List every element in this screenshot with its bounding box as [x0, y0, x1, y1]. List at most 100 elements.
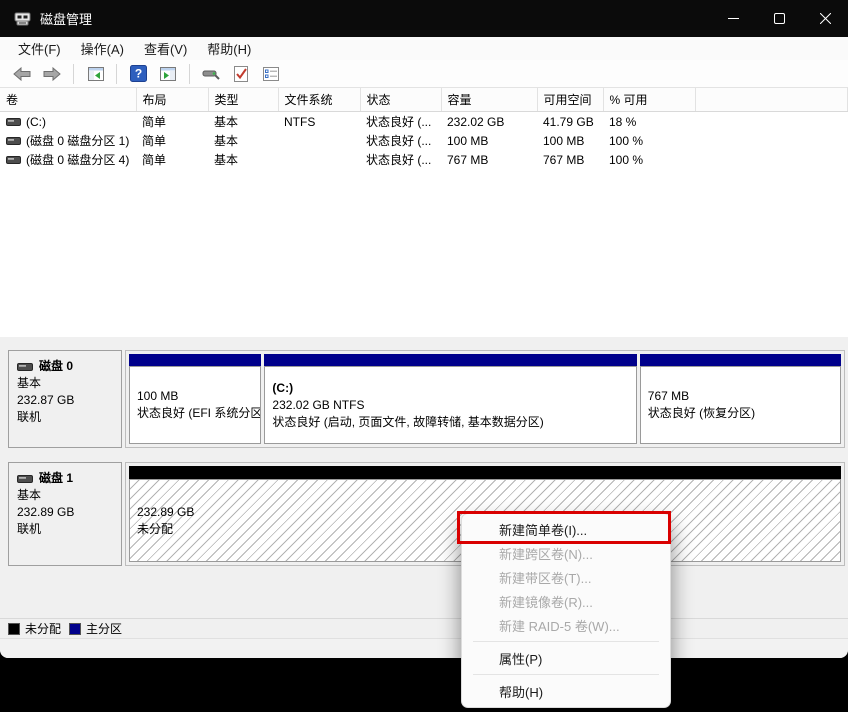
col-header-capacity[interactable]: 容量 [441, 88, 538, 112]
volume-icon [6, 155, 21, 164]
volume-icon [6, 117, 21, 126]
disk0-partitions: 100 MB 状态良好 (EFI 系统分区 (C:) 232.02 GB NTF… [125, 350, 845, 448]
menu-item-properties[interactable]: 属性(P) [462, 646, 670, 670]
menu-help[interactable]: 帮助(H) [197, 36, 261, 61]
partition-size-label: 100 MB [137, 389, 179, 403]
primary-partition-swatch [69, 622, 82, 635]
help-icon[interactable]: ? [126, 63, 150, 85]
console-tree-icon[interactable] [83, 63, 107, 85]
menu-item-new-raid5-volume: 新建 RAID-5 卷(W)... [499, 618, 620, 634]
disk0-label-panel[interactable]: 磁盘 0 基本 232.87 GB 联机 [8, 350, 122, 448]
svg-text:?: ? [134, 67, 141, 81]
cell-capacity: 232.02 GB [447, 114, 505, 129]
disk1-size: 232.89 GB [17, 505, 75, 519]
action-pane-icon[interactable] [156, 63, 180, 85]
cell-layout: 简单 [142, 153, 167, 167]
disk0-kind: 基本 [17, 376, 42, 390]
col-header-status[interactable]: 状态 [360, 88, 442, 112]
disk0-row: 磁盘 0 基本 232.87 GB 联机 100 MB 状态良好 (EFI 系统… [8, 350, 845, 448]
menu-bar: 文件(F) 操作(A) 查看(V) 帮助(H) [0, 37, 848, 60]
window-footer [0, 638, 848, 658]
disk1-kind: 基本 [17, 488, 42, 502]
toolbar-separator [116, 63, 117, 84]
partition-color-bar [639, 354, 841, 366]
partition-status-label: 状态良好 (EFI 系统分区 [137, 406, 262, 420]
disk0-status: 联机 [17, 410, 42, 424]
toolbar-separator [189, 63, 190, 84]
cell-free: 767 MB [543, 152, 585, 167]
partition-color-bar [129, 354, 262, 366]
cell-pct-free: 100 % [609, 152, 644, 167]
table-row[interactable]: (磁盘 0 磁盘分区 1) 简单 基本 状态良好 (... 100 MB 100… [0, 131, 848, 150]
maximize-button[interactable] [756, 0, 802, 37]
col-header-volume[interactable]: 卷 [0, 88, 137, 112]
volume-name: (C:) [26, 114, 46, 129]
splitter[interactable] [0, 337, 848, 345]
legend-label: 未分配 [25, 622, 62, 636]
disk-management-window: 磁盘管理 文件(F) 操作(A) 查看(V) 帮助(H) ? 卷 布局 类型 文… [0, 0, 848, 658]
table-row[interactable]: (磁盘 0 磁盘分区 4) 简单 基本 状态良好 (... 767 MB 767… [0, 150, 848, 169]
partition-status-label: 状态良好 (启动, 页面文件, 故障转储, 基本数据分区) [272, 414, 544, 429]
window-title: 磁盘管理 [40, 12, 93, 27]
back-icon[interactable] [10, 63, 34, 85]
cell-free: 100 MB [543, 133, 585, 148]
legend-bar: 未分配 主分区 [0, 618, 848, 638]
cell-capacity: 100 MB [447, 133, 489, 148]
cell-status: 状态良好 (... [366, 115, 432, 129]
disk0-size: 232.87 GB [17, 393, 75, 407]
cell-pct-free: 18 % [609, 114, 637, 129]
legend-item-unallocated: 未分配 [8, 620, 61, 637]
disk1-row: 磁盘 1 基本 232.89 GB 联机 232.89 GB 未分配 [8, 462, 845, 566]
disk1-name: 磁盘 1 [39, 471, 74, 485]
partition-size-label: 232.02 GB NTFS [272, 397, 365, 412]
cell-filesystem [278, 150, 360, 169]
menu-separator [473, 674, 659, 675]
disk-icon [17, 474, 33, 483]
cell-type: 基本 [214, 153, 239, 167]
partition-c-drive[interactable]: (C:) 232.02 GB NTFS 状态良好 (启动, 页面文件, 故障转储… [264, 354, 637, 444]
forward-icon[interactable] [40, 63, 64, 85]
col-header-type[interactable]: 类型 [208, 88, 279, 112]
menu-file[interactable]: 文件(F) [8, 36, 71, 61]
unallocated-swatch [8, 622, 20, 635]
menu-view[interactable]: 查看(V) [134, 36, 197, 61]
partition-efi[interactable]: 100 MB 状态良好 (EFI 系统分区 [129, 354, 262, 444]
col-header-pct-free[interactable]: % 可用 [603, 88, 696, 112]
unallocated-color-bar [129, 466, 841, 479]
context-menu: 新建简单卷(I)... 新建跨区卷(N)... 新建带区卷(T)... 新建镜像… [461, 513, 671, 708]
disk0-name: 磁盘 0 [39, 359, 74, 373]
partition-color-bar [264, 354, 637, 366]
view-fields-icon[interactable] [259, 63, 283, 85]
table-row[interactable]: (C:) 简单 基本 NTFS 状态良好 (... 232.02 GB 41.7… [0, 112, 848, 132]
cell-status: 状态良好 (... [366, 134, 432, 148]
col-header-layout[interactable]: 布局 [136, 88, 209, 112]
menu-item-help[interactable]: 帮助(H) [462, 679, 670, 703]
col-header-free[interactable]: 可用空间 [537, 88, 604, 112]
menu-item-new-simple-volume[interactable]: 新建简单卷(I)... [462, 517, 670, 541]
check-volume-icon[interactable] [229, 63, 253, 85]
cell-filesystem: NTFS [284, 114, 316, 129]
disk1-label-panel[interactable]: 磁盘 1 基本 232.89 GB 联机 [8, 462, 122, 566]
app-icon [14, 11, 31, 27]
cell-filesystem [278, 131, 360, 150]
close-button[interactable] [802, 0, 848, 37]
legend-item-primary: 主分区 [69, 620, 122, 637]
title-bar: 磁盘管理 [0, 0, 848, 37]
minimize-button[interactable] [710, 0, 756, 37]
partition-recovery[interactable]: 767 MB 状态良好 (恢复分区) [639, 354, 841, 444]
col-header-filesystem[interactable]: 文件系统 [278, 88, 361, 112]
partition-volume-label: (C:) [272, 380, 294, 395]
toolbar: ? [0, 60, 848, 88]
toolbar-separator [73, 63, 74, 84]
cell-layout: 简单 [142, 134, 167, 148]
disk-icon [17, 362, 33, 371]
menu-separator [473, 641, 659, 642]
menu-item-new-spanned-volume: 新建跨区卷(N)... [499, 546, 593, 562]
menu-action[interactable]: 操作(A) [71, 36, 134, 61]
rescan-disks-icon[interactable] [199, 63, 223, 85]
volume-icon [6, 136, 21, 145]
volume-name: (磁盘 0 磁盘分区 4) [26, 153, 130, 167]
disk1-status: 联机 [17, 522, 42, 536]
volume-list: 卷 布局 类型 文件系统 状态 容量 可用空间 % 可用 (C:) 简单 基本 … [0, 88, 848, 337]
desktop: 磁盘管理 文件(F) 操作(A) 查看(V) 帮助(H) ? 卷 布局 类型 文… [0, 0, 848, 712]
